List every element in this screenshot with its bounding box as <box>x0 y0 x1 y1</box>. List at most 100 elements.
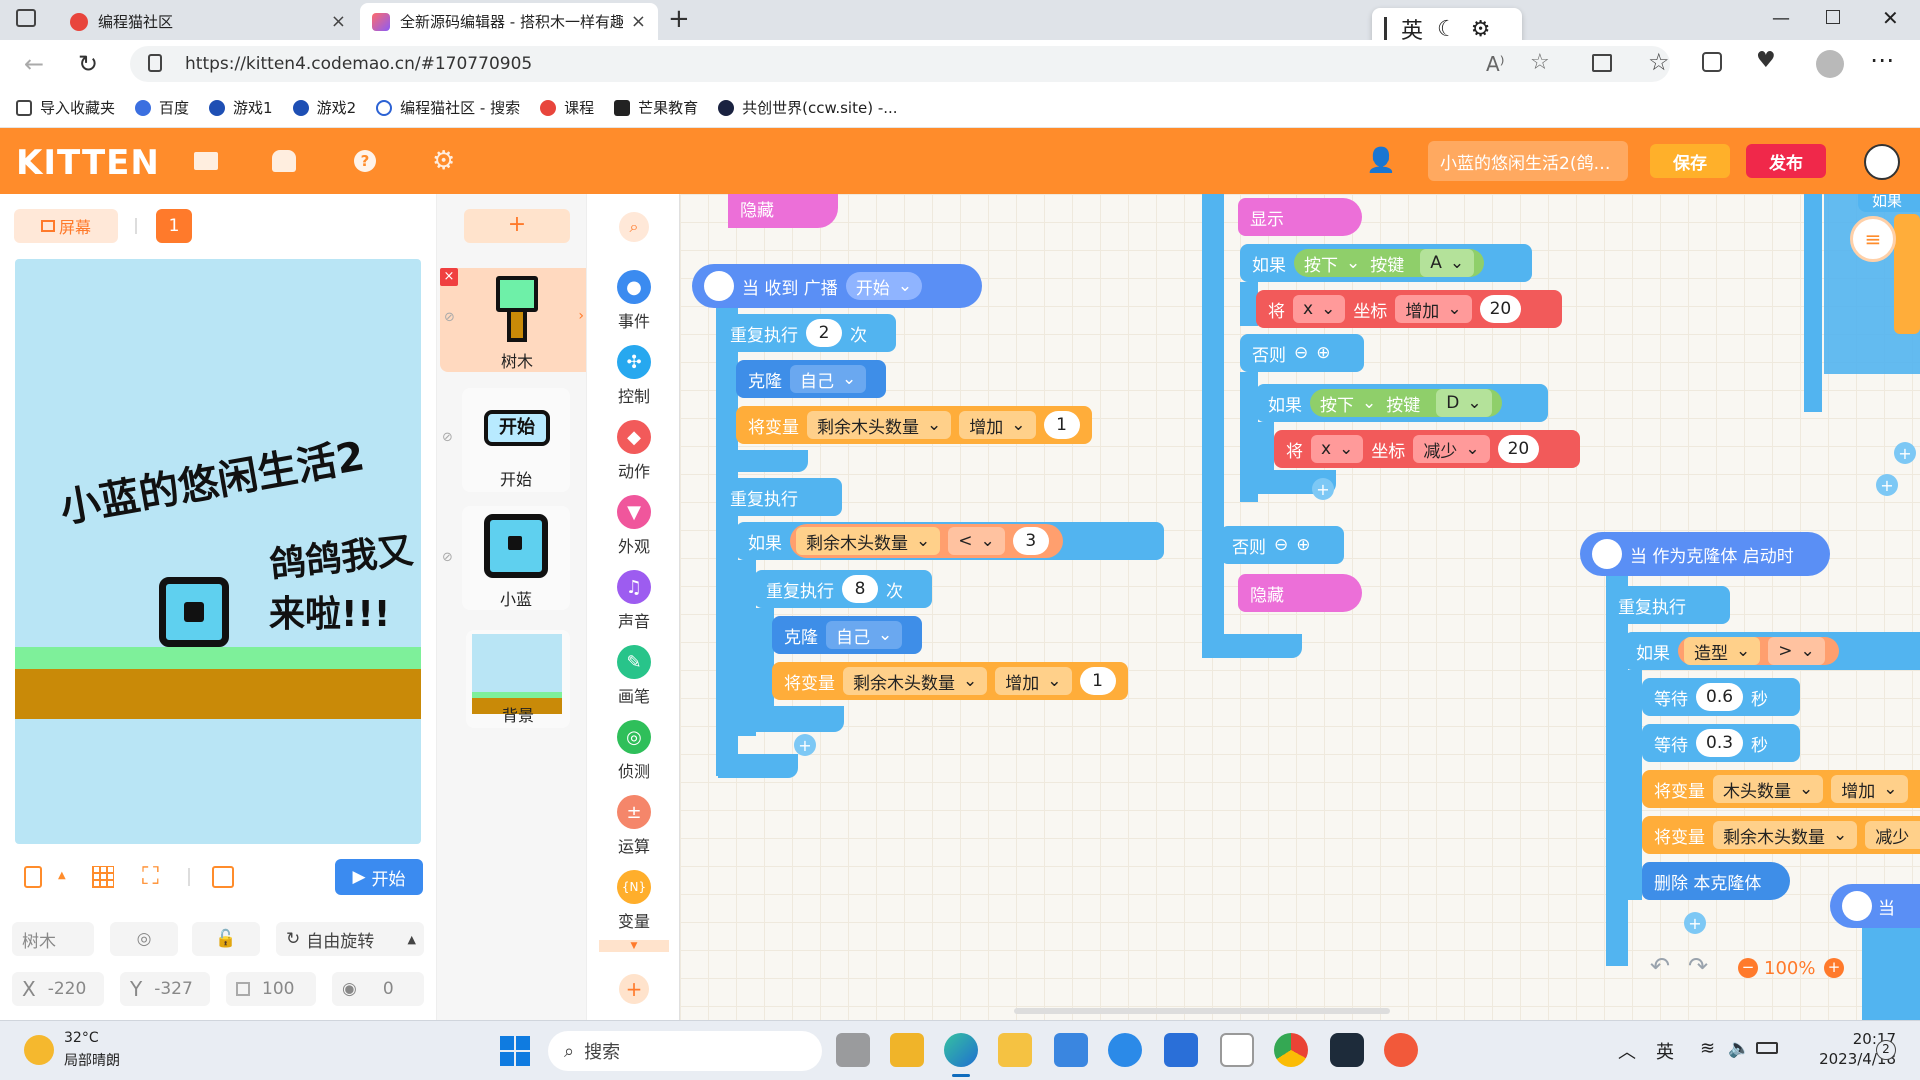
compare-op-dropdown[interactable]: < ⌄ <box>948 527 1005 555</box>
add-block-icon[interactable]: + <box>794 734 816 756</box>
block-wait-1[interactable]: 等待 0.6 秒 <box>1642 678 1800 716</box>
key-pressed-condition[interactable]: 按下 ⌄ 按键 A ⌄ <box>1294 249 1485 277</box>
variable-dropdown[interactable]: 剩余木头数量 ⌄ <box>1713 821 1858 849</box>
sprite-card-tree[interactable]: 树木 × ⊘ › <box>440 268 594 372</box>
lock-toggle[interactable]: 🔓 <box>192 922 260 956</box>
category-sound[interactable]: ♫ 声音 <box>587 570 681 632</box>
visibility-toggle[interactable]: ◎ <box>110 922 178 956</box>
block-repeat-forever[interactable]: 重复执行 <box>718 478 842 516</box>
editor-app-icon[interactable] <box>1220 1033 1254 1067</box>
category-motion[interactable]: ◆ 动作 <box>587 420 681 482</box>
code-workspace[interactable]: 隐藏 当 收到 广播 开始 ⌄ 重复执行 2 次 克隆 自己 ⌄ 将变量 剩余木头数量 … <box>680 194 1920 1020</box>
close-window-button[interactable]: ✕ <box>1882 6 1899 30</box>
block-set-var-1[interactable]: 将变量 剩余木头数量 ⌄ 增加 ⌄ 1 <box>736 406 1092 444</box>
remove-icon[interactable]: ⊖ <box>1294 343 1308 363</box>
rotation-mode-select[interactable]: ↻ 自由旋转 ▲ <box>276 922 424 956</box>
category-scroll-more[interactable]: ▼ <box>599 940 669 952</box>
bookmark-game2[interactable]: 游戏2 <box>292 97 356 118</box>
partial-if-block[interactable]: 如果 <box>1858 194 1920 212</box>
tray-chevron-icon[interactable]: ︿ <box>1618 1038 1636 1064</box>
caret-up-icon[interactable]: ▲ <box>58 870 66 881</box>
block-if-press-d[interactable]: 如果 按下 ⌄ 按键 D ⌄ <box>1256 384 1548 422</box>
compare-op-dropdown[interactable]: > ⌄ <box>1768 637 1825 665</box>
key-dropdown[interactable]: A ⌄ <box>1420 249 1475 277</box>
chevron-right-icon[interactable]: › <box>578 308 584 324</box>
bookmark-course[interactable]: 课程 <box>540 97 594 118</box>
fullscreen-icon[interactable]: ⛶ <box>142 862 159 890</box>
store-icon[interactable] <box>1054 1033 1088 1067</box>
variable-reporter[interactable]: 剩余木头数量 ⌄ <box>796 527 941 555</box>
block-else-1[interactable]: 否则 ⊖ ⊕ <box>1240 334 1364 372</box>
axis-dropdown[interactable]: x ⌄ <box>1311 435 1364 463</box>
new-tab-button[interactable]: + <box>668 4 690 34</box>
grid-icon[interactable] <box>92 866 114 888</box>
block-clone-self[interactable]: 克隆 自己 ⌄ <box>736 360 886 398</box>
partial-when-block[interactable]: 当 <box>1830 884 1920 928</box>
add-extension-button[interactable]: + <box>619 974 649 1004</box>
bookmark-ccw[interactable]: 共创世界(ccw.site) -... <box>718 97 898 118</box>
sprite-card-start[interactable]: 开始 开始 <box>462 388 570 492</box>
block-else-2[interactable]: 否则 ⊖ ⊕ <box>1220 526 1344 564</box>
settings-icon[interactable]: ⚙ <box>432 146 455 176</box>
zoom-in-icon[interactable]: + <box>1824 958 1844 978</box>
browser-essentials-icon[interactable]: ♥ <box>1756 48 1776 73</box>
op-dropdown[interactable]: 增加 ⌄ <box>1395 295 1472 323</box>
tips-icon[interactable] <box>1108 1033 1142 1067</box>
save-button[interactable]: 保存 <box>1650 144 1730 178</box>
block-set-var-2[interactable]: 将变量 剩余木头数量 ⌄ 增加 ⌄ 1 <box>772 662 1128 700</box>
block-delete-clone[interactable]: 删除 本克隆体 <box>1642 862 1790 900</box>
condition-compare[interactable]: 剩余木头数量 ⌄ < ⌄ 3 <box>790 524 1063 558</box>
broadcast-dropdown[interactable]: 开始 ⌄ <box>845 272 923 300</box>
costume-reporter[interactable]: 造型 ⌄ <box>1684 637 1761 665</box>
profile-avatar[interactable] <box>1816 50 1844 78</box>
operation-dropdown[interactable]: 增加 ⌄ <box>995 667 1072 695</box>
scrollbar-horizontal[interactable] <box>1014 1008 1390 1014</box>
read-aloud-icon[interactable]: A⁾ <box>1486 52 1505 76</box>
axis-dropdown[interactable]: x ⌄ <box>1293 295 1346 323</box>
block-when-clone-start[interactable]: 当 作为克隆体 启动时 <box>1580 532 1830 576</box>
start-menu-icon[interactable] <box>500 1036 530 1066</box>
add-icon[interactable]: ⊕ <box>1316 343 1330 363</box>
delete-sprite-icon[interactable]: × <box>440 268 458 286</box>
sprite-card-xiaolan[interactable]: 小蓝 <box>462 506 570 610</box>
bookmark-search[interactable]: 编程猫社区 - 搜索 <box>376 97 520 118</box>
refresh-icon[interactable]: ↻ <box>78 50 98 78</box>
block-if-lt[interactable]: 如果 剩余木头数量 ⌄ < ⌄ 3 <box>736 522 1164 560</box>
edge-browser-icon[interactable] <box>944 1033 978 1067</box>
block-hide-2[interactable]: 隐藏 <box>1238 574 1362 612</box>
zoom-out-icon[interactable]: − <box>1738 958 1758 978</box>
clone-target-dropdown[interactable]: 自己 ⌄ <box>826 621 903 649</box>
user-avatar[interactable] <box>1864 144 1900 180</box>
category-event[interactable]: ● 事件 <box>587 270 681 332</box>
tray-lang[interactable]: 英 <box>1656 1038 1674 1064</box>
weather-desc[interactable]: 局部晴朗 <box>64 1050 120 1070</box>
block-change-x-reduce[interactable]: 将x ⌄ 坐标 减少 ⌄ 20 <box>1274 430 1580 468</box>
block-when-broadcast[interactable]: 当 收到 广播 开始 ⌄ <box>692 264 982 308</box>
weather-icon[interactable] <box>24 1035 54 1065</box>
sprite-card-background[interactable]: 背景 <box>466 630 570 728</box>
operation-dropdown[interactable]: 增加 ⌄ <box>959 411 1036 439</box>
split-screen-icon[interactable] <box>1592 54 1612 72</box>
add-favorite-icon[interactable]: ☆ <box>1530 50 1550 75</box>
volume-icon[interactable]: 🔈 <box>1728 1038 1750 1059</box>
phone-mode-icon[interactable] <box>24 866 42 888</box>
hidden-eye-icon[interactable]: ⊘ <box>442 430 453 445</box>
screen-number[interactable]: 1 <box>156 209 192 243</box>
operation-dropdown[interactable]: 减少 ⌄ <box>1865 821 1920 849</box>
add-collaborator-icon[interactable]: 👤 <box>1366 146 1396 174</box>
add-block-icon[interactable]: + <box>1684 912 1706 934</box>
wallet-app-icon[interactable] <box>890 1033 924 1067</box>
backpack-icon[interactable] <box>272 150 296 172</box>
back-icon[interactable]: ← <box>24 50 44 78</box>
favorites-icon[interactable]: ☆ <box>1648 48 1670 76</box>
add-block-icon[interactable]: + <box>1312 478 1334 500</box>
costume-compare[interactable]: 造型 ⌄ > ⌄ <box>1678 637 1839 665</box>
category-pen[interactable]: ✎ 画笔 <box>587 645 681 707</box>
screen-button[interactable]: 屏幕 <box>14 209 118 243</box>
direction-field[interactable]: ◉ 0 <box>332 972 424 1006</box>
variable-dropdown[interactable]: 剩余木头数量 ⌄ <box>843 667 988 695</box>
category-looks[interactable]: ▼ 外观 <box>587 495 681 557</box>
url-input[interactable]: https://kitten4.codemao.cn/#170770905 <box>130 46 1670 82</box>
battery-icon[interactable] <box>1756 1042 1778 1054</box>
block-set-wood-add[interactable]: 将变量 木头数量 ⌄ 增加 ⌄ <box>1642 770 1920 808</box>
